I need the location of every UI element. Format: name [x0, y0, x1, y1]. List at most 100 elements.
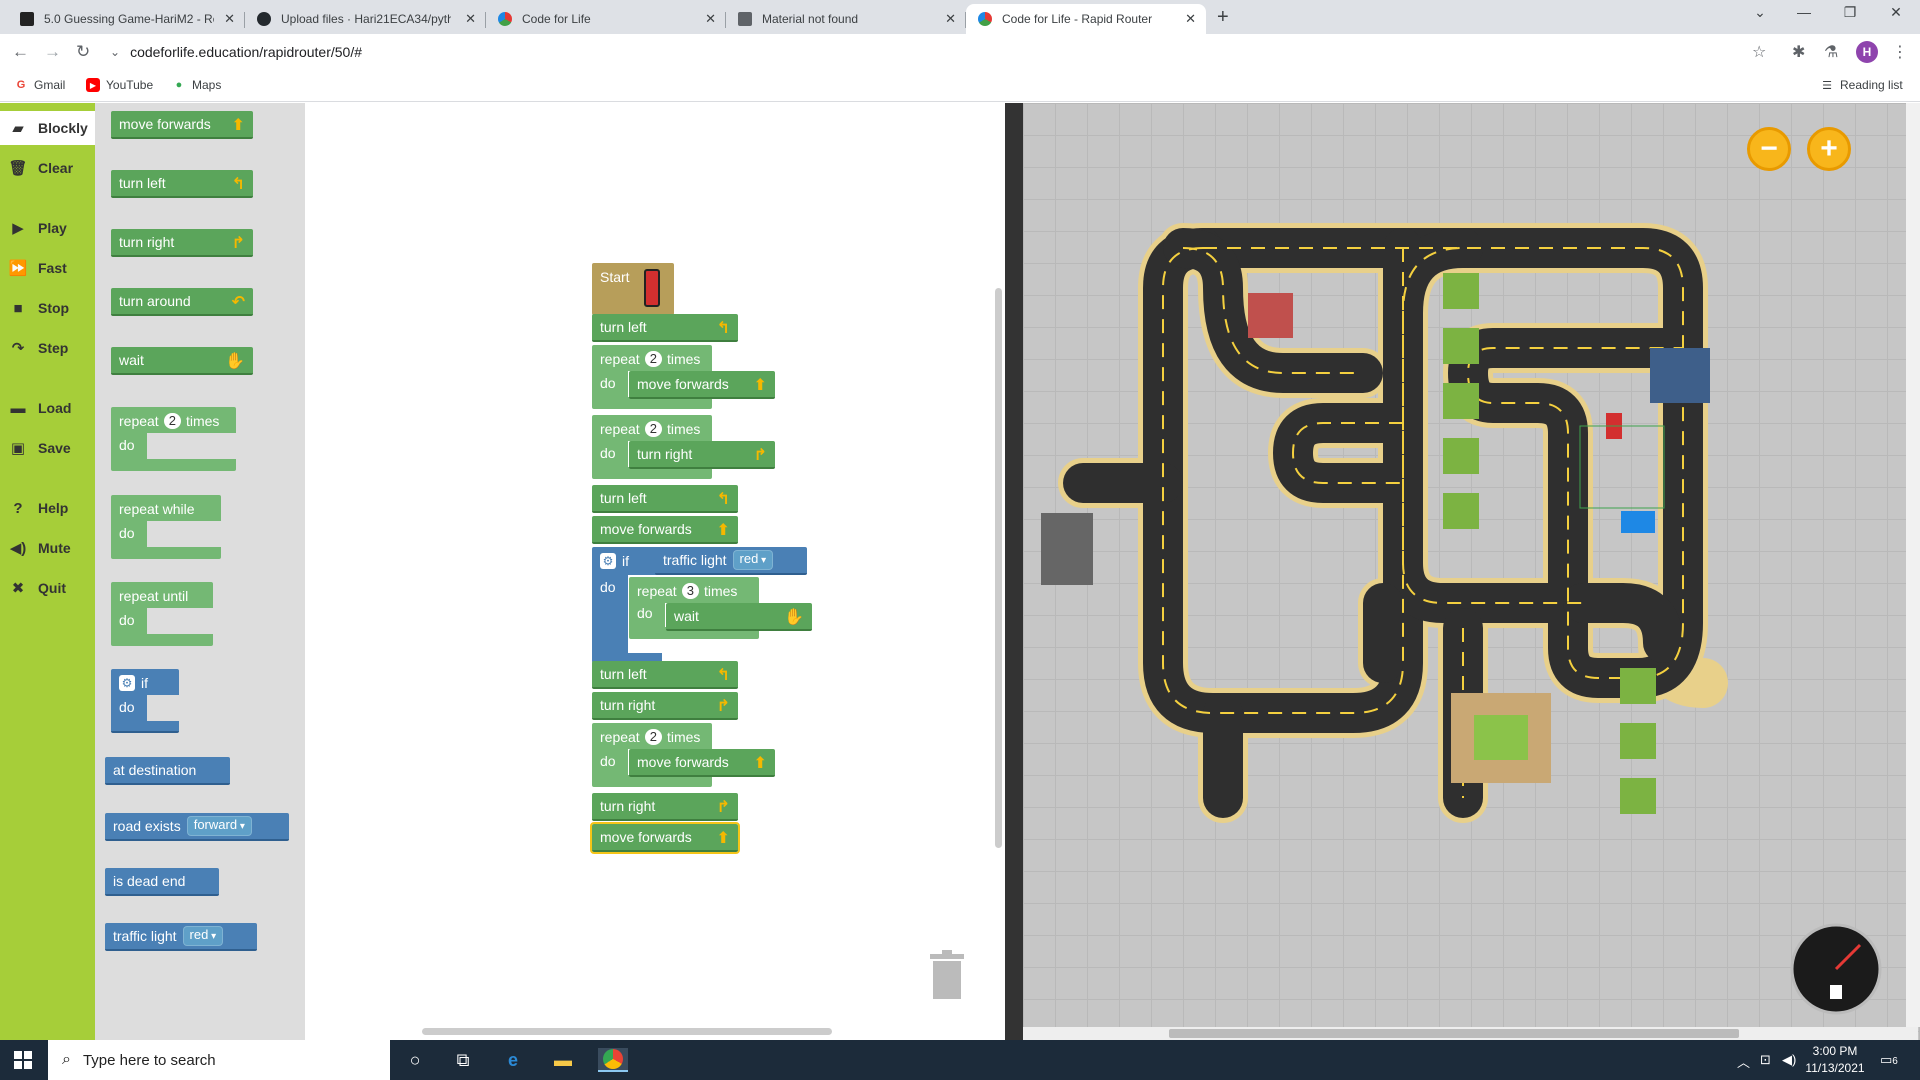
- minimize-button[interactable]: —: [1784, 4, 1824, 20]
- toolbox-is-dead-end[interactable]: is dead end: [105, 868, 219, 896]
- taskbar-search[interactable]: ⌕ Type here to search: [48, 1040, 390, 1080]
- start-block[interactable]: Start: [592, 263, 674, 315]
- pane-divider[interactable]: [1005, 103, 1023, 1040]
- hand-icon: ✋: [225, 353, 245, 370]
- new-tab-button[interactable]: +: [1217, 6, 1229, 29]
- repeat-count-field[interactable]: 3: [681, 583, 699, 599]
- program-move-forwards[interactable]: move forwards ⬆: [592, 516, 738, 544]
- toolbox-road-exists[interactable]: road exists forward: [105, 813, 289, 841]
- restore-button[interactable]: ❐: [1830, 4, 1870, 21]
- map-horizontal-scrollbar[interactable]: [1023, 1027, 1918, 1040]
- forward-icon[interactable]: →: [44, 42, 61, 62]
- do-label: do: [600, 375, 616, 391]
- program-turn-left[interactable]: turn left ↰: [592, 661, 738, 689]
- tab-replit[interactable]: 5.0 Guessing Game-HariM2 - Rep ✕: [8, 4, 245, 34]
- toolbox-wait[interactable]: wait ✋: [111, 347, 253, 375]
- close-tab-icon[interactable]: ✕: [1185, 11, 1196, 27]
- back-icon[interactable]: ←: [12, 42, 29, 62]
- play-button[interactable]: ▶ Play: [0, 211, 95, 245]
- mute-button[interactable]: ◀) Mute: [0, 531, 95, 565]
- tray-up-arrow-icon[interactable]: ︿: [1737, 1052, 1750, 1071]
- edge-icon[interactable]: e: [498, 1048, 528, 1072]
- workspace-vertical-scrollbar[interactable]: [995, 288, 1002, 848]
- direction-dropdown[interactable]: forward: [186, 816, 252, 836]
- address-bar[interactable]: ⌄ codeforlife.education/rapidrouter/50/#: [110, 38, 1790, 66]
- gear-icon[interactable]: ⚙: [600, 553, 616, 569]
- tab-rapid-router[interactable]: Code for Life - Rapid Router ✕: [966, 4, 1206, 34]
- gear-icon[interactable]: ⚙: [119, 675, 135, 691]
- clear-button[interactable]: 🗑 Clear: [0, 151, 95, 185]
- program-turn-right[interactable]: turn right ↱: [592, 793, 738, 821]
- program-traffic-light-condition[interactable]: traffic light red: [655, 547, 807, 575]
- save-button[interactable]: ▣ Save: [0, 431, 95, 465]
- extensions-icon[interactable]: ✱: [1792, 42, 1805, 62]
- notification-center-icon[interactable]: ▭6: [1880, 1052, 1898, 1068]
- program-turn-right[interactable]: turn right ↱: [592, 692, 738, 720]
- program-move-forwards-selected[interactable]: move forwards ⬆: [590, 822, 740, 854]
- toolbox-if[interactable]: ⚙ if do: [111, 669, 179, 733]
- close-tab-icon[interactable]: ✕: [465, 11, 476, 27]
- volume-icon[interactable]: ◀): [1782, 1052, 1796, 1068]
- windows-start-icon[interactable]: [14, 1051, 32, 1069]
- help-button[interactable]: ? Help: [0, 491, 95, 525]
- program-move-forwards[interactable]: move forwards ⬆: [629, 371, 775, 399]
- menu-icon[interactable]: ⋮: [1892, 42, 1908, 62]
- lab-icon[interactable]: ⚗: [1824, 42, 1838, 62]
- fast-button[interactable]: ⏩ Fast: [0, 251, 95, 285]
- toolbox-turn-right[interactable]: turn right ↱: [111, 229, 253, 257]
- repeat-count-field[interactable]: 2: [644, 729, 662, 745]
- toolbox-repeat-until[interactable]: repeat until do: [111, 582, 213, 646]
- tab-codeforlife[interactable]: Code for Life ✕: [486, 4, 726, 34]
- zoom-out-button[interactable]: −: [1747, 127, 1791, 171]
- close-window-button[interactable]: ✕: [1876, 4, 1916, 21]
- repeat-count-field[interactable]: 2: [163, 413, 181, 429]
- reload-icon[interactable]: ↻: [76, 42, 90, 62]
- toolbox-turn-left[interactable]: turn left ↰: [111, 170, 253, 198]
- tab-material[interactable]: Material not found ✕: [726, 4, 966, 34]
- trash-can-icon[interactable]: [928, 950, 966, 1000]
- bookmark-gmail[interactable]: G Gmail: [14, 78, 66, 92]
- stop-button[interactable]: ■ Stop: [0, 291, 95, 325]
- close-tab-icon[interactable]: ✕: [945, 11, 956, 27]
- toolbox-at-destination[interactable]: at destination: [105, 757, 230, 785]
- program-wait[interactable]: wait ✋: [666, 603, 812, 631]
- program-turn-left[interactable]: turn left ↰: [592, 485, 738, 513]
- light-color-dropdown[interactable]: red: [732, 550, 774, 570]
- map-vertical-scrollbar[interactable]: [1906, 103, 1920, 1027]
- repeat-count-field[interactable]: 2: [644, 351, 662, 367]
- repeat-count-field[interactable]: 2: [644, 421, 662, 437]
- close-tab-icon[interactable]: ✕: [705, 11, 716, 27]
- close-tab-icon[interactable]: ✕: [224, 11, 235, 27]
- profile-avatar[interactable]: H: [1856, 41, 1878, 63]
- map-scroll-thumb[interactable]: [1169, 1029, 1739, 1038]
- workspace-horizontal-scrollbar[interactable]: [422, 1028, 832, 1035]
- toolbox-turn-around[interactable]: turn around ↶: [111, 288, 253, 316]
- reading-list-button[interactable]: ☰ Reading list: [1820, 78, 1903, 92]
- program-turn-right[interactable]: turn right ↱: [629, 441, 775, 469]
- blockly-workspace[interactable]: Start turn left ↰ repeat 2 times do move fo…: [305, 103, 1005, 1040]
- chrome-icon[interactable]: [598, 1048, 628, 1072]
- toolbox-traffic-light[interactable]: traffic light red: [105, 923, 257, 951]
- light-color-dropdown[interactable]: red: [182, 926, 224, 946]
- program-move-forwards[interactable]: move forwards ⬆: [629, 749, 775, 777]
- toolbox-repeat-while[interactable]: repeat while do: [111, 495, 221, 559]
- bookmark-star-icon[interactable]: ☆: [1752, 42, 1766, 62]
- tab-search-icon[interactable]: ⌄: [1740, 4, 1780, 21]
- toolbox-repeat-times[interactable]: repeat 2 times do: [111, 407, 236, 471]
- quit-button[interactable]: ✖ Quit: [0, 571, 95, 605]
- toolbox-move-forwards[interactable]: move forwards ⬆: [111, 111, 253, 139]
- network-icon[interactable]: ⊡: [1760, 1052, 1771, 1068]
- bookmark-youtube[interactable]: ▶ YouTube: [86, 78, 153, 92]
- system-clock[interactable]: 3:00 PM 11/13/2021: [1800, 1043, 1870, 1077]
- program-turn-left[interactable]: turn left ↰: [592, 314, 738, 342]
- step-button[interactable]: ↷ Step: [0, 331, 95, 365]
- bookmark-maps[interactable]: ● Maps: [172, 78, 222, 92]
- site-info-icon[interactable]: ⌄: [110, 45, 120, 59]
- blockly-button[interactable]: ▰ Blockly: [0, 111, 95, 145]
- file-explorer-icon[interactable]: ▬: [548, 1048, 578, 1072]
- task-view-icon[interactable]: ⧉: [448, 1048, 478, 1072]
- zoom-in-button[interactable]: +: [1807, 127, 1851, 171]
- tab-github[interactable]: Upload files · Hari21ECA34/pytho ✕: [245, 4, 486, 34]
- cortana-icon[interactable]: ○: [400, 1048, 430, 1072]
- load-button[interactable]: ▬ Load: [0, 391, 95, 425]
